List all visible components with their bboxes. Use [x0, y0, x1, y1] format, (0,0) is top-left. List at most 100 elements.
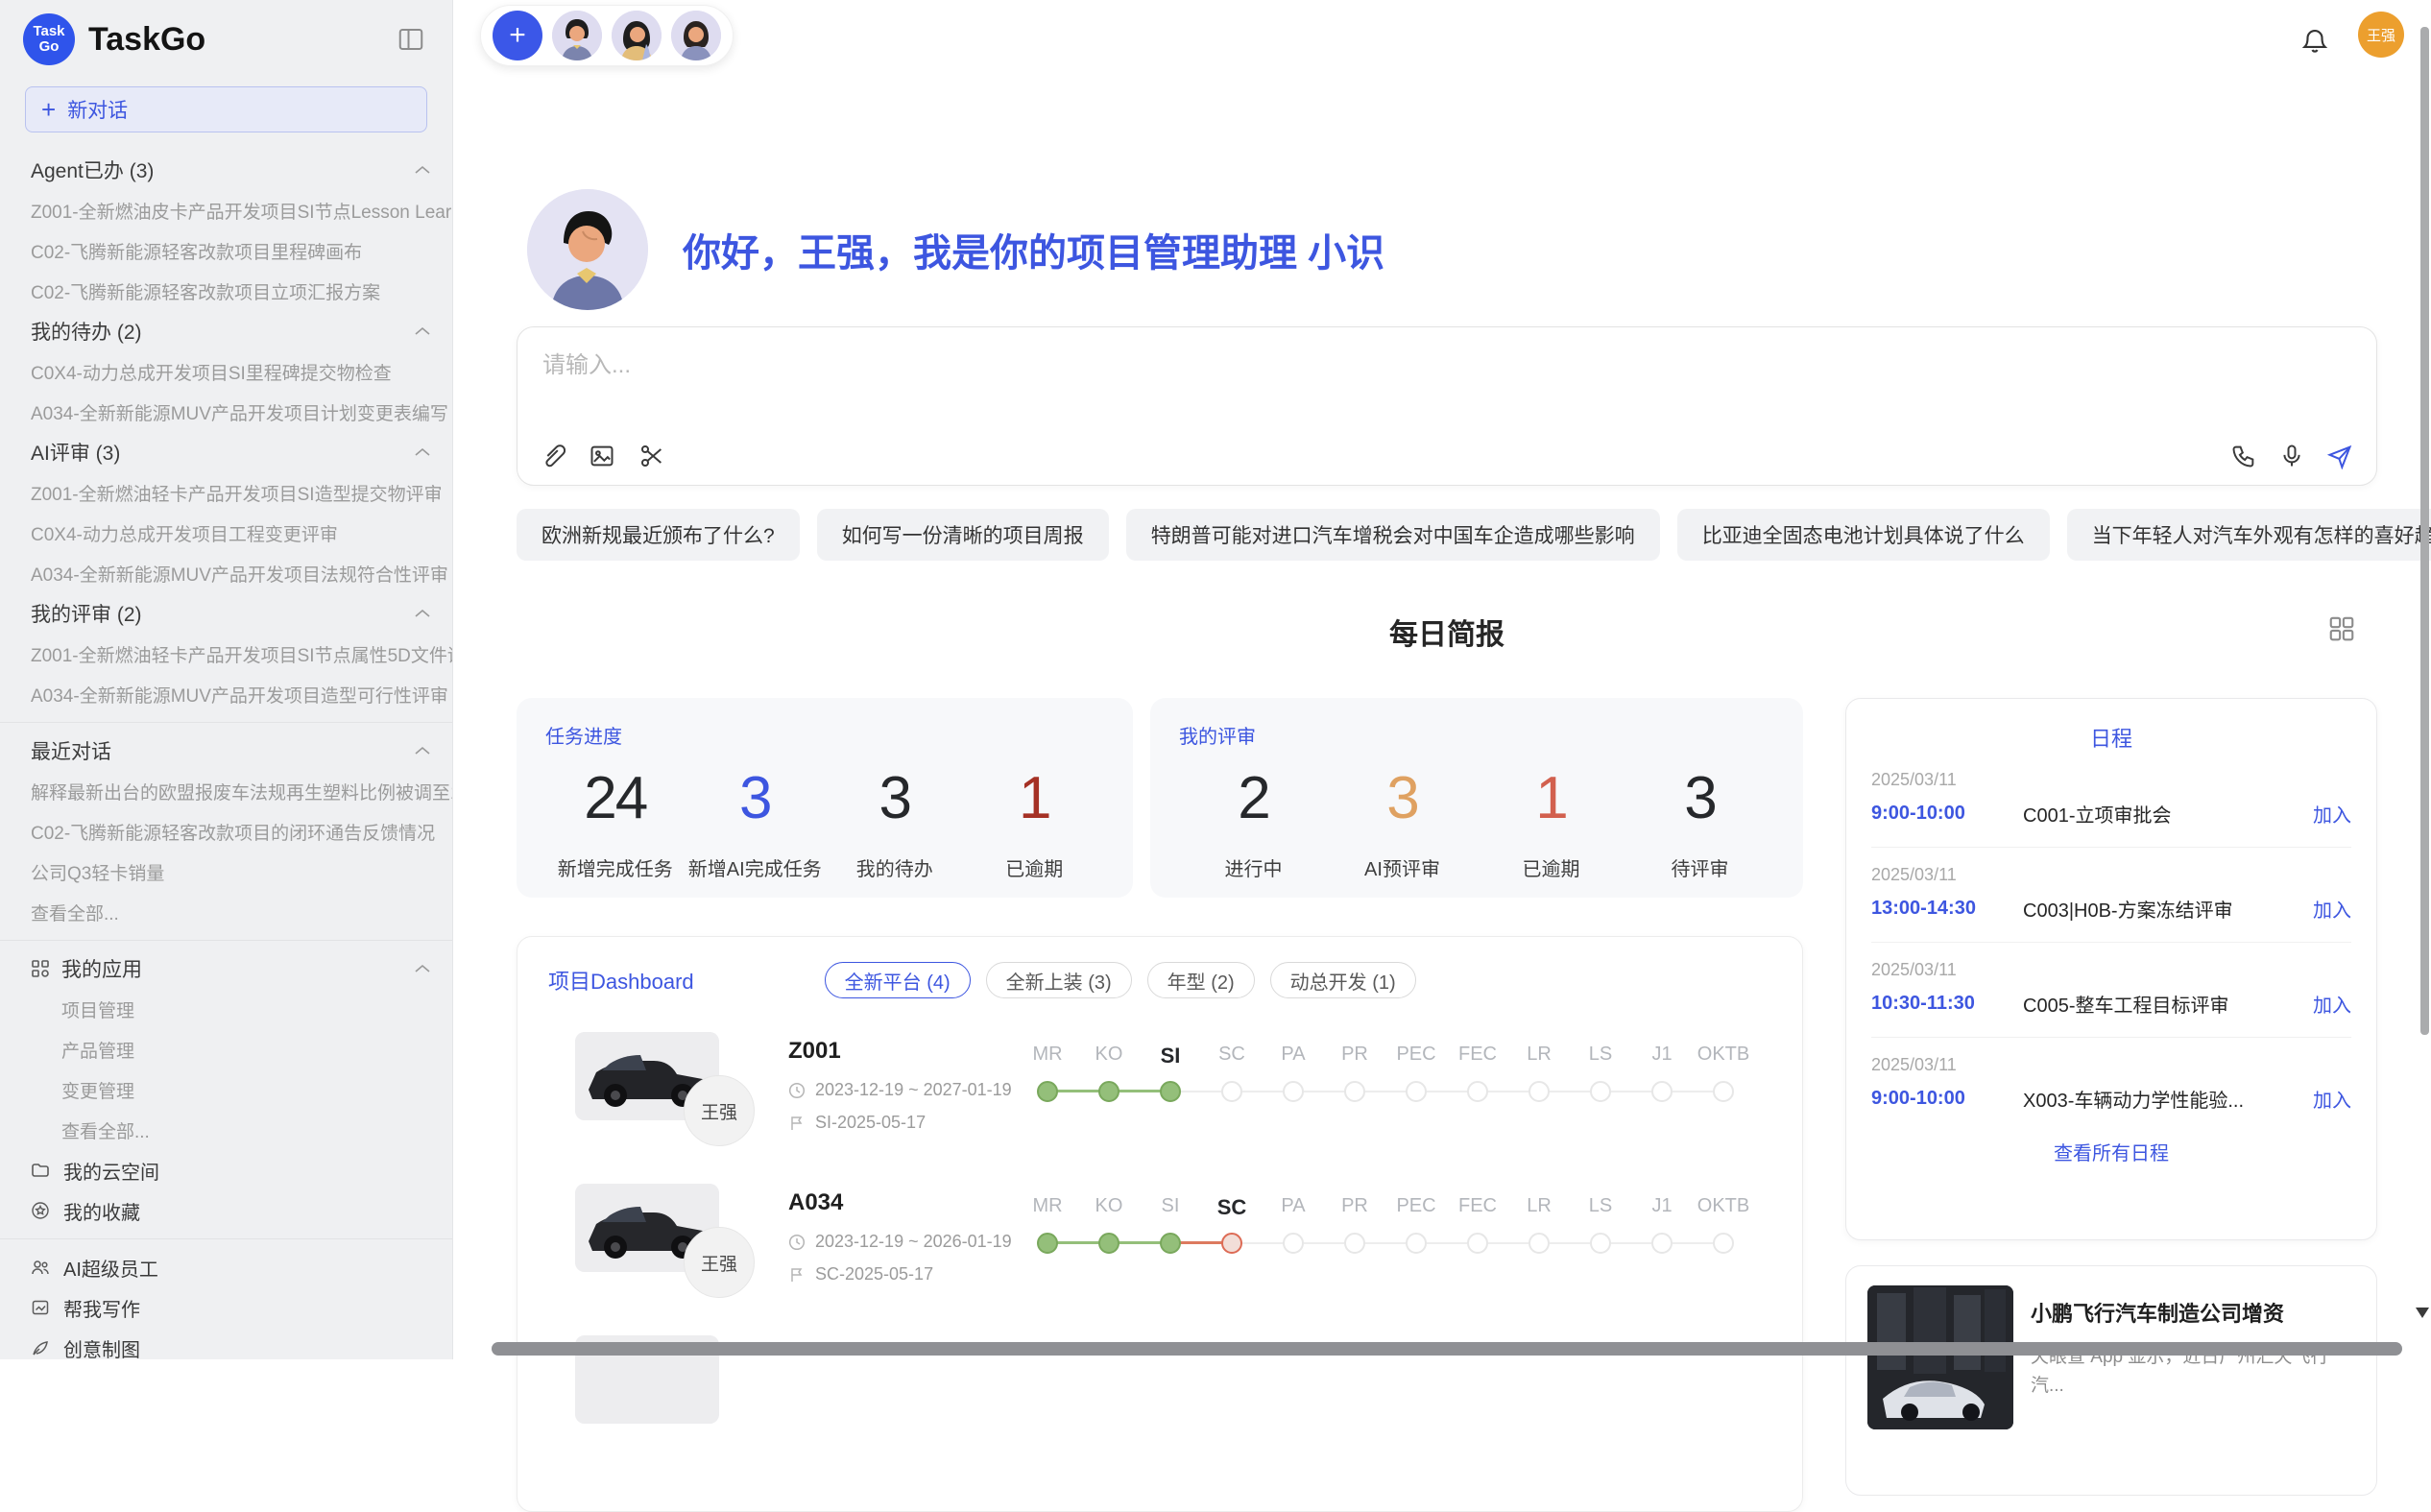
- conversation-item[interactable]: 公司Q3轻卡销量: [0, 852, 452, 892]
- suggestion-chip[interactable]: 如何写一份清晰的项目周报: [817, 509, 1109, 561]
- app-item-project-mgmt[interactable]: 项目管理: [0, 989, 452, 1029]
- conversation-item[interactable]: C02-飞腾新能源轻客改款项目立项汇报方案: [0, 271, 452, 311]
- project-row-partial[interactable]: [517, 1335, 1803, 1487]
- chevron-up-icon[interactable]: [414, 447, 431, 457]
- section-label: 最近对话: [31, 736, 111, 765]
- filter-all-new-platform[interactable]: 全新平台 (4): [825, 962, 971, 998]
- schedule-date: 2025/03/11: [1871, 1055, 2351, 1075]
- project-dates: 2023-12-19 ~ 2026-01-19: [788, 1232, 1012, 1252]
- milestone-node: [1406, 1233, 1427, 1254]
- view-all-apps[interactable]: 查看全部...: [0, 1110, 452, 1150]
- project-row[interactable]: 王强 Z001 2023-12-19 ~ 2027-01-19 SI-2025-…: [517, 1032, 1803, 1184]
- news-card[interactable]: 小鹏飞行汽车制造公司增资 天眼查 App 显示，近日广州汇天飞行汽...: [1845, 1265, 2377, 1496]
- section-ai-review[interactable]: AI评审 (3): [0, 432, 452, 472]
- schedule-time: 10:30-11:30: [1871, 993, 2023, 1015]
- send-icon[interactable]: [2326, 443, 2353, 469]
- sidebar-item-creative-drawing[interactable]: 创意制图: [0, 1328, 452, 1359]
- conversation-item[interactable]: Z001-全新燃油轻卡产品开发项目SI造型提交物评审: [0, 472, 452, 513]
- conversation-item[interactable]: A034-全新新能源MUV产品开发项目造型可行性评审: [0, 674, 452, 714]
- conversation-item[interactable]: A034-全新新能源MUV产品开发项目计划变更表编写: [0, 392, 452, 432]
- stat-overdue: 1 已逾期: [1477, 764, 1625, 881]
- folder-icon: [31, 1161, 50, 1180]
- flag-icon: [788, 1115, 806, 1132]
- chevron-up-icon[interactable]: [414, 165, 431, 175]
- project-flag-date: SC-2025-05-17: [788, 1264, 933, 1284]
- attach-paperclip-icon[interactable]: [539, 443, 566, 469]
- app-logo: Task Go: [23, 13, 75, 65]
- sidebar-item-favorites[interactable]: 我的收藏: [0, 1190, 452, 1231]
- milestone-node: [1528, 1233, 1550, 1254]
- agent-avatar-1[interactable]: [552, 11, 602, 60]
- filter-new-body[interactable]: 全新上装 (3): [986, 962, 1132, 998]
- chevron-up-icon[interactable]: [414, 609, 431, 618]
- join-link[interactable]: 加入: [2313, 990, 2351, 1018]
- filter-powertrain[interactable]: 动总开发 (1): [1270, 962, 1416, 998]
- section-my-review[interactable]: 我的评审 (2): [0, 593, 452, 634]
- conversation-item[interactable]: Z001-全新燃油轻卡产品开发项目SI节点属性5D文件评审: [0, 634, 452, 674]
- new-chat-button[interactable]: + 新对话: [25, 86, 427, 132]
- chat-input[interactable]: [542, 352, 2351, 379]
- conversation-item[interactable]: C02-飞腾新能源轻客改款项目的闭环通告反馈情况: [0, 811, 452, 852]
- app-item-product-mgmt[interactable]: 产品管理: [0, 1029, 452, 1069]
- filter-model-year[interactable]: 年型 (2): [1147, 962, 1255, 998]
- vertical-scrollbar[interactable]: [2420, 27, 2429, 1035]
- chevron-up-icon[interactable]: [414, 746, 431, 756]
- suggestion-chip[interactable]: 当下年轻人对汽车外观有怎样的喜好趋势: [2067, 509, 2431, 561]
- suggestion-chip[interactable]: 欧洲新规最近颁布了什么?: [517, 509, 800, 561]
- schedule-name: C005-整车工程目标评审: [2023, 990, 2313, 1018]
- section-agent-done[interactable]: Agent已办 (3): [0, 150, 452, 190]
- scrollbar-down-arrow[interactable]: [2416, 1308, 2429, 1318]
- conversation-item[interactable]: A034-全新新能源MUV产品开发项目法规符合性评审: [0, 553, 452, 593]
- join-link[interactable]: 加入: [2313, 1085, 2351, 1113]
- section-recent-chats[interactable]: 最近对话: [0, 731, 452, 771]
- milestone-node: [1344, 1081, 1365, 1102]
- add-agent-button[interactable]: +: [493, 11, 542, 60]
- logo-line2: Go: [39, 39, 60, 55]
- stat-in-progress: 2 进行中: [1179, 764, 1328, 881]
- schedule-item: 2025/03/11 9:00-10:00 C001-立项审批会 加入: [1871, 753, 2351, 848]
- project-row[interactable]: 王强 A034 2023-12-19 ~ 2026-01-19 SC-2025-…: [517, 1184, 1803, 1335]
- section-my-apps[interactable]: 我的应用: [0, 948, 452, 989]
- sidebar-item-ai-staff[interactable]: AI超级员工: [0, 1247, 452, 1287]
- sidebar: Task Go TaskGo + 新对话 Agent已办 (3) Z001-全新…: [0, 0, 453, 1359]
- conversation-item[interactable]: Z001-全新燃油皮卡产品开发项目SI节点Lesson Learn报告: [0, 190, 452, 230]
- horizontal-scrollbar[interactable]: [492, 1342, 2402, 1356]
- app-title: TaskGo: [88, 21, 395, 59]
- image-icon[interactable]: [589, 443, 615, 469]
- join-link[interactable]: 加入: [2313, 895, 2351, 923]
- join-link[interactable]: 加入: [2313, 800, 2351, 828]
- scissors-icon[interactable]: [638, 443, 665, 469]
- sidebar-item-write-for-me[interactable]: 帮我写作: [0, 1287, 452, 1328]
- schedule-date: 2025/03/11: [1871, 960, 2351, 980]
- view-all-conversations[interactable]: 查看全部...: [0, 892, 452, 932]
- microphone-icon[interactable]: [2278, 443, 2305, 469]
- schedule-time: 9:00-10:00: [1871, 803, 2023, 825]
- app-item-change-mgmt[interactable]: 变更管理: [0, 1069, 452, 1110]
- card-title: 任务进度: [545, 721, 1104, 749]
- agent-avatar-3[interactable]: [671, 11, 721, 60]
- section-label: 我的评审 (2): [31, 599, 142, 628]
- notifications-bell-icon[interactable]: [2300, 25, 2329, 56]
- view-all-schedule-link[interactable]: 查看所有日程: [1871, 1138, 2351, 1165]
- schedule-time: 9:00-10:00: [1871, 1088, 2023, 1110]
- sidebar-item-label: 我的云空间: [63, 1157, 159, 1185]
- chevron-up-icon[interactable]: [414, 964, 431, 973]
- chevron-up-icon[interactable]: [414, 326, 431, 336]
- suggestion-chip[interactable]: 特朗普可能对进口汽车增税会对中国车企造成哪些影响: [1126, 509, 1660, 561]
- milestone-node-done: [1160, 1081, 1181, 1102]
- sidebar-collapse-icon[interactable]: [395, 25, 427, 54]
- conversation-item[interactable]: C02-飞腾新能源轻客改款项目里程碑画布: [0, 230, 452, 271]
- section-my-todo[interactable]: 我的待办 (2): [0, 311, 452, 351]
- daily-briefing-title: 每日简报: [517, 611, 2377, 653]
- agent-avatar-2[interactable]: [612, 11, 662, 60]
- conversation-item[interactable]: C0X4-动力总成开发项目工程变更评审: [0, 513, 452, 553]
- briefing-layout-icon[interactable]: [2327, 614, 2356, 643]
- milestone-node: [1283, 1233, 1304, 1254]
- suggestion-chip[interactable]: 比亚迪全固态电池计划具体说了什么: [1677, 509, 2050, 561]
- project-name: A034: [788, 1189, 843, 1216]
- user-avatar[interactable]: 王强: [2358, 12, 2404, 58]
- conversation-item[interactable]: 解释最新出台的欧盟报废车法规再生塑料比例被调至15%...: [0, 771, 452, 811]
- sidebar-item-cloud-space[interactable]: 我的云空间: [0, 1150, 452, 1190]
- conversation-item[interactable]: C0X4-动力总成开发项目SI里程碑提交物检查: [0, 351, 452, 392]
- phone-call-icon[interactable]: [2230, 443, 2257, 469]
